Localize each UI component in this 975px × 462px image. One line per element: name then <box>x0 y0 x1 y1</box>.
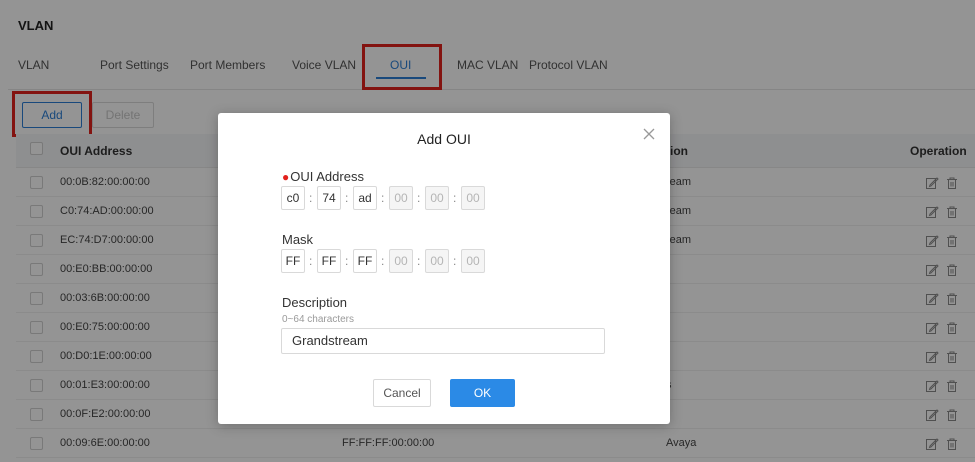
octet-separator: : <box>345 191 349 205</box>
mask-octet-2-input[interactable]: FF <box>317 249 341 273</box>
close-icon[interactable] <box>642 127 656 141</box>
octet-separator: : <box>309 254 313 268</box>
oui-address-label-text: OUI Address <box>290 169 364 184</box>
oui-octet-2-input[interactable]: 74 <box>317 186 341 210</box>
description-hint: 0~64 characters <box>282 314 354 325</box>
oui-octet-5-input: 00 <box>425 186 449 210</box>
description-label: Description <box>282 295 348 310</box>
description-input[interactable]: Grandstream <box>281 328 605 354</box>
cancel-button[interactable]: Cancel <box>373 379 431 407</box>
mask-octet-5-input: 00 <box>425 249 449 273</box>
required-mark: ● <box>282 170 290 184</box>
oui-octet-1-input[interactable]: c0 <box>281 186 305 210</box>
oui-address-label: ●OUI Address <box>282 169 364 184</box>
octet-separator: : <box>309 191 313 205</box>
octet-separator: : <box>345 254 349 268</box>
octet-separator: : <box>453 191 457 205</box>
dialog-title: Add OUI <box>417 131 471 147</box>
ok-button[interactable]: OK <box>450 379 515 407</box>
oui-octet-4-input: 00 <box>389 186 413 210</box>
mask-octet-6-input: 00 <box>461 249 485 273</box>
oui-octet-6-input: 00 <box>461 186 485 210</box>
octet-separator: : <box>417 191 421 205</box>
mask-label: Mask <box>282 232 314 247</box>
mask-octet-3-input[interactable]: FF <box>353 249 377 273</box>
add-oui-dialog: Add OUI ●OUI Address c0:74: ad:00:00:00 M… <box>218 113 670 424</box>
octet-separator: : <box>381 254 385 268</box>
mask-octet-1-input[interactable]: FF <box>281 249 305 273</box>
octet-separator: : <box>417 254 421 268</box>
mask-octet-4-input: 00 <box>389 249 413 273</box>
octet-separator: : <box>381 191 385 205</box>
oui-octet-3-input[interactable]: ad <box>353 186 377 210</box>
octet-separator: : <box>453 254 457 268</box>
